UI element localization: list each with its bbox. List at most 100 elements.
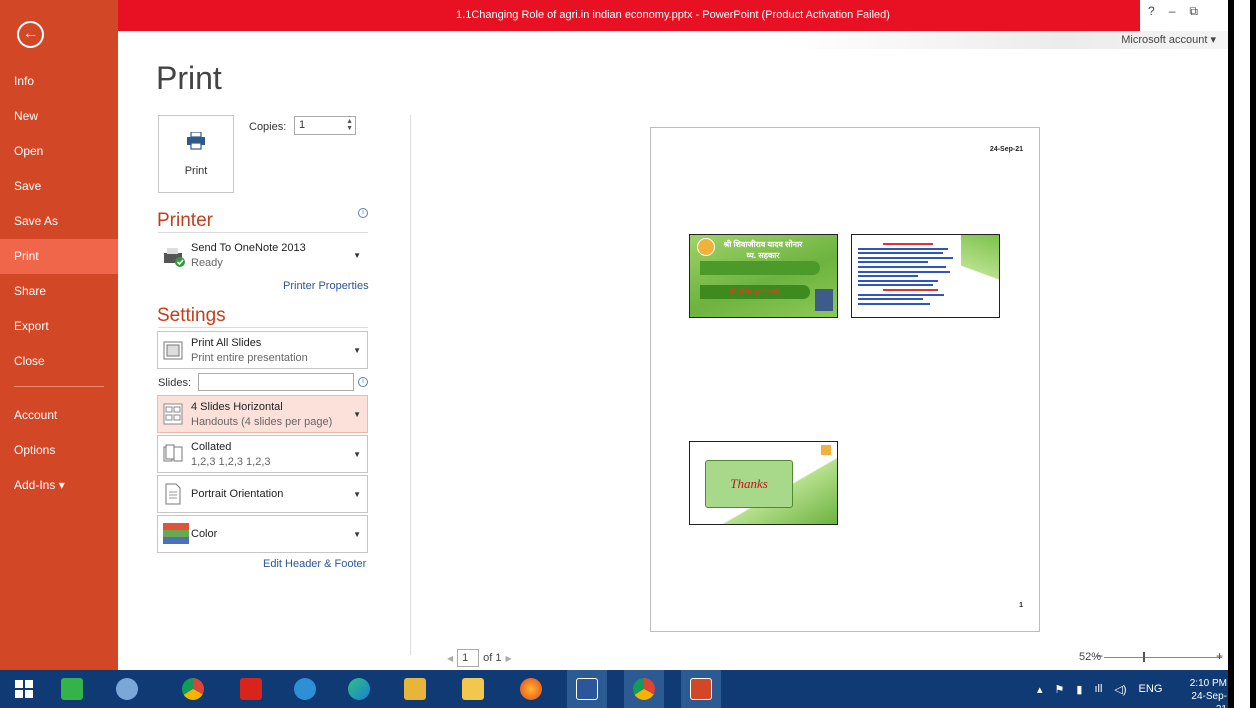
store-app-icon[interactable] (52, 670, 92, 708)
collated-icon (163, 444, 183, 462)
windows-logo-icon (15, 680, 33, 698)
back-arrow-icon[interactable]: ← (17, 21, 44, 48)
layout-title: 4 Slides Horizontal (191, 401, 283, 413)
slide3-text: Thanks (730, 476, 768, 491)
sidebar-item-open[interactable]: Open (0, 134, 118, 169)
color-swatch-icon (163, 523, 189, 544)
page-navigation: ◀ 1 of 1 ▶ (447, 649, 512, 667)
start-button[interactable] (4, 670, 44, 708)
edge-browser-icon[interactable] (339, 670, 379, 708)
slide2-corner-decoration (961, 235, 999, 317)
previous-page-icon[interactable]: ◀ (447, 654, 453, 663)
firefox-app-icon[interactable] (511, 670, 551, 708)
slides-input[interactable] (198, 373, 354, 391)
presenter-photo (815, 289, 833, 311)
copies-value: 1 (299, 119, 306, 131)
zoom-slider[interactable] (1104, 657, 1222, 658)
internet-explorer-icon[interactable] (285, 670, 325, 708)
printer-properties-link[interactable]: Printer Properties (283, 280, 369, 292)
page-number-input[interactable]: 1 (457, 649, 480, 667)
sidebar-item-share[interactable]: Share (0, 274, 118, 309)
page-title: Print (156, 60, 222, 96)
chevron-down-icon: ▼ (353, 410, 361, 419)
chrome-profile-icon[interactable] (624, 670, 664, 708)
collation-subtitle: 1,2,3 1,2,3 1,2,3 (191, 456, 271, 468)
flag-icon[interactable]: ⚑ (1055, 683, 1065, 696)
account-menu[interactable]: Microsoft account ▾ (1121, 33, 1216, 46)
next-page-icon[interactable]: ▶ (506, 654, 512, 663)
collation-title: Collated (191, 441, 232, 453)
network-icon[interactable]: ıll (1094, 683, 1102, 695)
chevron-down-icon: ▼ (353, 251, 361, 260)
printer-icon (187, 131, 205, 150)
sidebar-item-options[interactable]: Options (0, 433, 118, 468)
print-range-dropdown[interactable]: Print All Slides Print entire presentati… (157, 331, 368, 369)
sidebar-item-close[interactable]: Close (0, 344, 118, 379)
sidebar-item-add-ins[interactable]: Add-Ins ▾ (0, 468, 118, 503)
printer-dropdown[interactable]: Send To OneNote 2013 Ready ▼ (157, 236, 368, 276)
slides-info-icon[interactable]: i (358, 377, 368, 387)
volume-icon[interactable]: ◁) (1114, 683, 1126, 696)
color-title: Color (191, 528, 218, 540)
minimize-icon[interactable]: – (1169, 4, 1176, 19)
slide1-band (700, 261, 820, 275)
print-range-subtitle: Print entire presentation (191, 352, 308, 364)
powerpoint-app-icon[interactable] (681, 670, 721, 708)
title-bar: 1.1Changing Role of agri.in indian econo… (118, 0, 1228, 31)
word-app-icon[interactable] (567, 670, 607, 708)
paint-app-icon[interactable] (107, 670, 147, 708)
layout-dropdown[interactable]: 4 Slides Horizontal Handouts (4 slides p… (157, 395, 368, 433)
acrobat-app-icon[interactable] (231, 670, 271, 708)
chevron-down-icon: ▼ (353, 530, 361, 539)
sidebar-item-info[interactable]: Info (0, 64, 118, 99)
sidebar-item-export[interactable]: Export (0, 309, 118, 344)
print-button[interactable]: Print (158, 115, 234, 193)
emblem-logo (697, 238, 715, 256)
sidebar-item-save[interactable]: Save (0, 169, 118, 204)
show-hidden-icons-icon[interactable]: ▴ (1037, 683, 1043, 696)
sidebar-item-account[interactable]: Account (0, 398, 118, 433)
panel-divider (410, 115, 411, 655)
printer-info-icon[interactable]: i (358, 208, 368, 218)
slide-thumbnail-2 (851, 234, 1000, 318)
slide3-logo (821, 445, 831, 455)
language-indicator[interactable]: ENG (1139, 683, 1163, 695)
chevron-down-icon: ▼ (353, 490, 361, 499)
app-icon[interactable] (395, 670, 435, 708)
system-tray: ▴ ⚑ ▮ ıll ◁) ENG (1037, 670, 1162, 708)
collation-dropdown[interactable]: Collated 1,2,3 1,2,3 1,2,3 ▼ (157, 435, 368, 473)
copies-spinner-icon[interactable]: ▲ ▼ (346, 118, 353, 132)
taskbar-clock[interactable]: 2:10 PM 24-Sep-21 (1187, 677, 1227, 708)
battery-icon[interactable]: ▮ (1076, 683, 1082, 696)
restore-icon[interactable]: ⧉ (1189, 4, 1198, 19)
print-preview-page: 24-Sep-21 श्री शिवाजीराव यादव सोनार व्य.… (650, 127, 1040, 632)
zoom-out-icon[interactable]: − (1096, 649, 1103, 663)
preview-page-number: 1 (1019, 602, 1023, 609)
sidebar-item-new[interactable]: New (0, 99, 118, 134)
print-range-title: Print All Slides (191, 337, 262, 349)
slides-label: Slides: (158, 377, 192, 389)
onenote-printer-icon (164, 248, 185, 267)
zoom-in-icon[interactable]: + (1216, 649, 1223, 663)
orientation-dropdown[interactable]: Portrait Orientation ▼ (157, 475, 368, 513)
zoom-slider-thumb[interactable] (1143, 652, 1145, 662)
slide1-title: श्री शिवाजीराव यादव सोनार व्य. सहकार (723, 240, 803, 260)
sidebar-item-save-as[interactable]: Save As (0, 204, 118, 239)
handout-layout-icon (163, 403, 183, 425)
sidebar-item-print[interactable]: Print (0, 239, 118, 274)
copies-input[interactable]: 1 ▲ ▼ (294, 116, 356, 135)
chrome-app-icon[interactable] (173, 670, 213, 708)
edit-header-footer-link[interactable]: Edit Header & Footer (263, 558, 366, 570)
powerpoint-window: ← Info New Open Save Save As Print Share… (0, 0, 1256, 708)
thanks-scroll: Thanks (705, 460, 793, 508)
preview-date: 24-Sep-21 (989, 146, 1023, 153)
color-dropdown[interactable]: Color ▼ (157, 515, 368, 553)
orientation-title: Portrait Orientation (191, 488, 284, 500)
slide-thumbnail-1: श्री शिवाजीराव यादव सोनार व्य. सहकार डॉ.… (689, 234, 838, 318)
file-explorer-icon[interactable] (453, 670, 493, 708)
printer-status: Ready (191, 257, 223, 269)
help-icon[interactable]: ? (1148, 4, 1155, 19)
chevron-down-icon: ▼ (353, 346, 361, 355)
clock-time: 2:10 PM (1189, 678, 1227, 689)
slide2-text-lines (858, 243, 958, 307)
